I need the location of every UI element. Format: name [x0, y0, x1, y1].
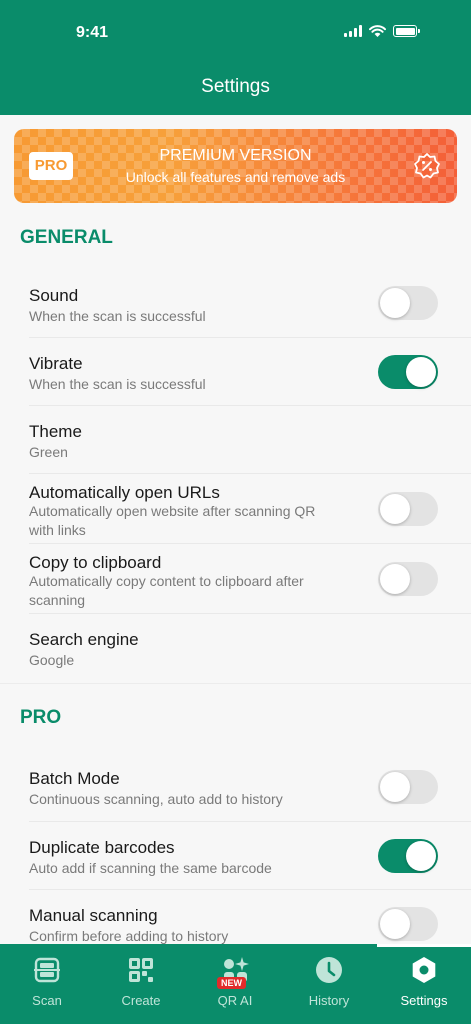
tab-settings[interactable]: Settings — [377, 944, 471, 1024]
status-icons — [344, 25, 420, 37]
tab-label: Create — [121, 993, 161, 1008]
qr-grid-icon — [129, 958, 153, 982]
setting-subtitle: Automatically copy content to clipboard … — [29, 573, 304, 608]
setting-title: Copy to clipboard — [29, 553, 162, 572]
setting-row-vibrate[interactable]: Vibrate When the scan is successful — [0, 338, 471, 406]
setting-subtitle: Confirm before adding to history — [29, 928, 229, 944]
tab-qr-ai[interactable]: NEW QR AI — [188, 944, 282, 1024]
setting-row-duplicate-barcodes[interactable]: Duplicate barcodes Auto add if scanning … — [0, 822, 471, 890]
setting-title: Automatically open URLs — [29, 483, 220, 502]
status-time: 9:41 — [76, 24, 109, 41]
tab-label: History — [308, 993, 350, 1008]
setting-title: Sound — [29, 286, 79, 305]
sound-toggle[interactable] — [378, 286, 438, 320]
setting-subtitle: Green — [29, 444, 68, 460]
bottom-tab-bar: Scan Create NEW QR AI History Settings — [0, 944, 471, 1024]
tab-scan[interactable]: Scan — [0, 944, 94, 1024]
manual-scanning-toggle[interactable] — [378, 907, 438, 941]
hexagon-settings-icon — [412, 957, 436, 983]
setting-subtitle: Google — [29, 652, 75, 668]
clock-icon — [316, 957, 342, 983]
setting-subtitle: Auto add if scanning the same barcode — [29, 860, 272, 876]
tab-label: QR AI — [217, 993, 253, 1008]
app-header: 9:41 Settings — [0, 0, 471, 115]
section-divider — [0, 683, 471, 684]
pro-heading: PRO — [20, 707, 62, 728]
battery-icon — [393, 25, 420, 37]
setting-title: Manual scanning — [29, 906, 158, 925]
setting-row-copy-clipboard[interactable]: Copy to clipboard Automatically copy con… — [0, 544, 471, 614]
setting-row-auto-open-urls[interactable]: Automatically open URLs Automatically op… — [0, 474, 471, 544]
setting-row-batch-mode[interactable]: Batch Mode Continuous scanning, auto add… — [0, 754, 471, 822]
banner-pattern — [14, 129, 457, 203]
page-title: Settings — [201, 76, 270, 97]
premium-subtitle: Unlock all features and remove ads — [125, 169, 346, 185]
setting-title: Vibrate — [29, 354, 83, 373]
setting-title: Theme — [29, 422, 82, 441]
tab-label: Scan — [32, 993, 62, 1008]
tab-history[interactable]: History — [282, 944, 376, 1024]
scan-icon — [34, 957, 60, 983]
copy-clipboard-toggle[interactable] — [378, 562, 438, 596]
new-badge: NEW — [217, 977, 246, 989]
tab-create[interactable]: Create — [94, 944, 188, 1024]
setting-row-theme[interactable]: Theme Green — [0, 406, 471, 474]
setting-title: Duplicate barcodes — [29, 838, 175, 857]
setting-row-sound[interactable]: Sound When the scan is successful — [0, 270, 471, 338]
wifi-icon — [369, 25, 386, 37]
tab-label: Settings — [400, 993, 448, 1008]
setting-subtitle: Continuous scanning, auto add to history — [29, 791, 283, 807]
setting-title: Batch Mode — [29, 769, 120, 788]
cellular-signal-icon — [344, 25, 362, 37]
setting-subtitle: When the scan is successful — [29, 308, 206, 324]
setting-title: Search engine — [29, 630, 139, 649]
vibrate-toggle[interactable] — [378, 355, 438, 389]
auto-open-urls-toggle[interactable] — [378, 492, 438, 526]
premium-banner[interactable]: PRO PREMIUM VERSION Unlock all features … — [14, 129, 457, 203]
setting-row-search-engine[interactable]: Search engine Google — [0, 614, 471, 682]
duplicate-barcodes-toggle[interactable] — [378, 839, 438, 873]
setting-subtitle: When the scan is successful — [29, 376, 206, 392]
discount-badge-icon — [414, 153, 440, 179]
premium-title: PREMIUM VERSION — [159, 147, 312, 164]
batch-mode-toggle[interactable] — [378, 770, 438, 804]
general-heading: GENERAL — [20, 227, 113, 248]
setting-row-manual-scanning[interactable]: Manual scanning Confirm before adding to… — [0, 890, 471, 944]
setting-subtitle: Automatically open website after scannin… — [29, 503, 316, 538]
